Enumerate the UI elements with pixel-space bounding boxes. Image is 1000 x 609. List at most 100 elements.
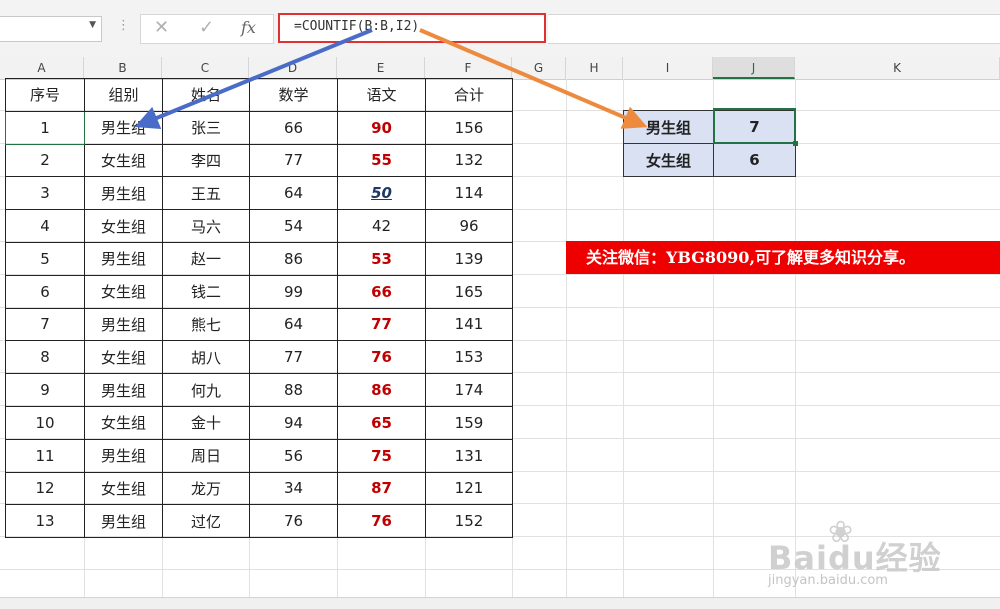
cell[interactable]: 88 <box>249 373 338 407</box>
cell[interactable]: 男生组 <box>84 438 163 473</box>
cell[interactable]: 龙万 <box>162 471 250 506</box>
column-header-h[interactable]: H <box>566 57 623 79</box>
cell[interactable]: 165 <box>425 274 513 309</box>
name-box[interactable]: ▼ <box>0 16 102 42</box>
cell[interactable]: 1 <box>5 110 85 145</box>
cell[interactable]: 132 <box>425 143 513 178</box>
cell[interactable]: 76 <box>249 504 338 539</box>
column-header-j[interactable]: J <box>713 57 795 79</box>
cell[interactable]: 过亿 <box>162 504 250 539</box>
cell[interactable]: 男生组 <box>84 504 163 539</box>
header-cell[interactable]: 数学 <box>249 78 338 112</box>
cell[interactable]: 女生组 <box>84 405 163 440</box>
header-cell[interactable]: 语文 <box>337 78 426 112</box>
cell[interactable]: 马六 <box>162 209 250 243</box>
cell[interactable]: 56 <box>249 438 338 473</box>
cell[interactable]: 77 <box>249 143 338 178</box>
cell[interactable]: 周日 <box>162 438 250 473</box>
cell[interactable]: 男生组 <box>84 373 163 407</box>
column-header-a[interactable]: A <box>0 57 84 79</box>
cell[interactable]: 75 <box>337 438 426 473</box>
cell[interactable]: 50 <box>337 176 426 211</box>
cell[interactable]: 53 <box>337 241 426 276</box>
cell[interactable]: 156 <box>425 110 513 145</box>
cell[interactable]: 2 <box>5 143 85 178</box>
more-options-icon[interactable]: ⋮ <box>117 18 130 33</box>
cell[interactable]: 5 <box>5 241 85 276</box>
cell[interactable]: 男生组 <box>84 241 163 276</box>
cell[interactable]: 76 <box>337 504 426 539</box>
fx-icon[interactable]: fx <box>241 18 256 37</box>
column-header-k[interactable]: K <box>795 57 1000 79</box>
header-cell[interactable]: 合计 <box>425 78 513 112</box>
column-header-e[interactable]: E <box>337 57 425 79</box>
cell[interactable]: 女生组 <box>84 340 163 375</box>
cell[interactable]: 76 <box>337 340 426 375</box>
cell[interactable]: 66 <box>249 110 338 145</box>
cell[interactable]: 77 <box>337 307 426 342</box>
cell[interactable]: 42 <box>337 209 426 243</box>
cell[interactable]: 99 <box>249 274 338 309</box>
cell[interactable]: 李四 <box>162 143 250 178</box>
cell[interactable]: 54 <box>249 209 338 243</box>
lookup-count-cell[interactable]: 7 <box>713 110 796 144</box>
cell[interactable]: 13 <box>5 504 85 539</box>
cell[interactable]: 男生组 <box>84 307 163 342</box>
cell[interactable]: 153 <box>425 340 513 375</box>
cell[interactable]: 3 <box>5 176 85 211</box>
formula-input-extension[interactable] <box>548 14 1000 44</box>
cell[interactable]: 何九 <box>162 373 250 407</box>
lookup-group-cell[interactable]: 男生组 <box>623 110 714 144</box>
cell[interactable]: 86 <box>249 241 338 276</box>
horizontal-scrollbar[interactable] <box>0 597 1000 609</box>
column-header-d[interactable]: D <box>249 57 337 79</box>
header-cell[interactable]: 序号 <box>5 78 85 112</box>
column-header-i[interactable]: I <box>623 57 713 79</box>
column-header-f[interactable]: F <box>425 57 512 79</box>
cell[interactable]: 9 <box>5 373 85 407</box>
cell[interactable]: 10 <box>5 405 85 440</box>
header-cell[interactable]: 组别 <box>84 78 163 112</box>
cell[interactable]: 139 <box>425 241 513 276</box>
cell[interactable]: 熊七 <box>162 307 250 342</box>
cell[interactable]: 女生组 <box>84 274 163 309</box>
cell[interactable]: 女生组 <box>84 209 163 243</box>
lookup-count-cell[interactable]: 6 <box>713 143 796 177</box>
cell[interactable]: 胡八 <box>162 340 250 375</box>
cell[interactable]: 141 <box>425 307 513 342</box>
cell[interactable]: 女生组 <box>84 143 163 178</box>
cell[interactable]: 66 <box>337 274 426 309</box>
cell[interactable]: 8 <box>5 340 85 375</box>
cell[interactable]: 131 <box>425 438 513 473</box>
cell[interactable]: 王五 <box>162 176 250 211</box>
cell[interactable]: 女生组 <box>84 471 163 506</box>
cell[interactable]: 114 <box>425 176 513 211</box>
check-icon[interactable]: ✓ <box>199 17 214 38</box>
cell[interactable]: 赵一 <box>162 241 250 276</box>
cell[interactable]: 6 <box>5 274 85 309</box>
column-header-c[interactable]: C <box>162 57 249 79</box>
cell[interactable]: 65 <box>337 405 426 440</box>
lookup-group-cell[interactable]: 女生组 <box>623 143 714 177</box>
cell[interactable]: 90 <box>337 110 426 145</box>
cell[interactable]: 77 <box>249 340 338 375</box>
cell[interactable]: 152 <box>425 504 513 539</box>
close-icon[interactable]: ✕ <box>154 17 169 38</box>
cell[interactable]: 男生组 <box>84 110 163 145</box>
header-cell[interactable]: 姓名 <box>162 78 250 112</box>
formula-input[interactable]: =COUNTIF(B:B,I2) <box>278 13 546 43</box>
column-header-b[interactable]: B <box>84 57 162 79</box>
cell[interactable]: 87 <box>337 471 426 506</box>
cell[interactable]: 34 <box>249 471 338 506</box>
cell[interactable]: 7 <box>5 307 85 342</box>
cell[interactable]: 钱二 <box>162 274 250 309</box>
cell[interactable]: 159 <box>425 405 513 440</box>
cell[interactable]: 男生组 <box>84 176 163 211</box>
cell[interactable]: 121 <box>425 471 513 506</box>
chevron-down-icon[interactable]: ▼ <box>89 20 96 30</box>
cell[interactable]: 55 <box>337 143 426 178</box>
cell[interactable]: 张三 <box>162 110 250 145</box>
cell[interactable]: 64 <box>249 176 338 211</box>
cell[interactable]: 11 <box>5 438 85 473</box>
cell[interactable]: 12 <box>5 471 85 506</box>
